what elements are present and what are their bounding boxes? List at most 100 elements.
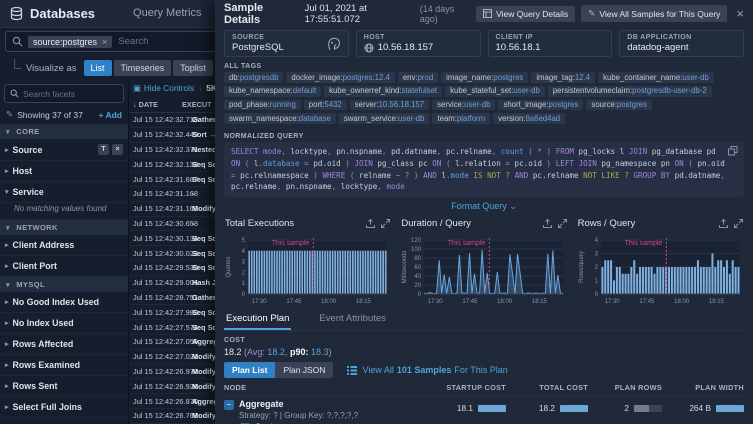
expand-icon[interactable] (381, 219, 390, 228)
chart-title: Total Executions (225, 218, 294, 229)
facet-item-client-port[interactable]: ▸Client Port (0, 256, 128, 277)
facet-search-input[interactable] (23, 89, 118, 99)
tag-docker_image[interactable]: docker_image:postgres:12.4 (286, 72, 394, 83)
svg-text:17:30: 17:30 (252, 299, 268, 305)
facet-toggle-t[interactable]: T (98, 144, 109, 155)
copy-icon[interactable] (728, 146, 738, 156)
tab-event-attributes[interactable]: Event Attributes (317, 309, 388, 330)
view-query-details-button[interactable]: View Query Details (476, 6, 575, 22)
tag-port[interactable]: port:5432 (304, 100, 347, 111)
view-all-samples-link[interactable]: View All101 SamplesFor This Plan (347, 365, 507, 375)
tag-persistentvolumeclaim[interactable]: persistentvolumeclaim:postgresdb-user-db… (548, 86, 712, 97)
tag-team[interactable]: team:platform (432, 113, 490, 124)
format-query-link[interactable]: Format Query ⌄ (224, 197, 744, 214)
sample-row[interactable]: Jul 15 12:42:27.574Seq Sca (130, 320, 215, 335)
sample-row[interactable]: Jul 15 12:42:31.162Modify (130, 202, 215, 217)
facet-group-core[interactable]: ▾ CORE (0, 124, 128, 139)
tag-image_tag[interactable]: image_tag:12.4 (531, 72, 595, 83)
facet-item-no-good-index-used[interactable]: ▸No Good Index Used (0, 292, 128, 313)
tag-service[interactable]: service:user-db (432, 100, 495, 111)
tag-db[interactable]: db:postgresdb (224, 72, 283, 83)
sample-row[interactable]: Jul 15 12:42:27.021Modify (130, 350, 215, 365)
sample-row[interactable]: Jul 15 12:42:27.989Seq Sca (130, 305, 215, 320)
list-controls-row: ▣ Hide Controls | 5K s (130, 81, 215, 97)
sql-token: count (501, 147, 524, 156)
column-execution[interactable]: EXECUT (182, 100, 212, 109)
view-all-samples-button[interactable]: ✎ View All Samples for This Query (581, 5, 727, 22)
tag-env[interactable]: env:prod (398, 72, 438, 83)
tag-server[interactable]: server:10.56.18.157 (350, 100, 429, 111)
sample-row[interactable]: Jul 15 12:42:29.006Hash Jo (130, 276, 215, 291)
tag-source[interactable]: source:postgres (586, 100, 651, 111)
close-icon[interactable]: × (736, 6, 744, 21)
facet-item-label: Select Full Joins (13, 402, 82, 412)
sample-row[interactable]: Jul 15 12:42:29.539Seq Sca (130, 261, 215, 276)
visualize-option-timeseries[interactable]: Timeseries (114, 60, 172, 76)
metric-bar-fill (560, 405, 588, 412)
sample-row[interactable]: Jul 15 12:42:26.973Modify (130, 365, 215, 380)
remove-filter-icon[interactable]: × (102, 37, 107, 47)
expand-icon[interactable] (734, 219, 743, 228)
tag-image_name[interactable]: image_name:postgres (441, 72, 528, 83)
visualize-option-toplist[interactable]: Toplist (173, 60, 213, 76)
sql-token: ) (309, 171, 323, 180)
facet-item-rows-affected[interactable]: ▸Rows Affected (0, 334, 128, 355)
export-icon[interactable] (719, 219, 728, 228)
clear-facet-icon[interactable]: × (112, 144, 123, 155)
tag-value: postgresdb (240, 73, 279, 82)
hide-controls-link[interactable]: Hide Controls (144, 83, 194, 93)
sample-row[interactable]: Jul 15 12:42:26.926Modify (130, 379, 215, 394)
tag-swarm_namespace[interactable]: swarm_namespace:database (224, 113, 336, 124)
tag-short_image[interactable]: short_image:postgres (498, 100, 583, 111)
facet-item-service[interactable]: ▾Service (0, 182, 128, 203)
facet-item-no-index-used[interactable]: ▸No Index Used (0, 313, 128, 334)
column-date[interactable]: DATE (139, 100, 158, 109)
tag-pod_phase[interactable]: pod_phase:running (224, 100, 301, 111)
visualize-option-list[interactable]: List (84, 60, 112, 76)
sample-row[interactable]: Jul 15 12:42:30.023Seq Sca (130, 246, 215, 261)
facet-item-rows-examined[interactable]: ▸Rows Examined (0, 355, 128, 376)
sample-row[interactable]: Jul 15 12:42:32.133Seq Sca (130, 157, 215, 172)
facet-item-select-full-range-joins[interactable]: ▸Select Full Range Joins (0, 418, 128, 424)
facet-search-box[interactable] (4, 84, 124, 103)
add-facet-button[interactable]: + Add (98, 110, 122, 120)
tag-key: image_tag: (536, 73, 575, 82)
sample-row[interactable]: Jul 15 12:42:31.168- (130, 187, 215, 202)
sample-row[interactable]: Jul 15 12:42:26.763Modify (130, 409, 215, 424)
tag-swarm_service[interactable]: swarm_service:user-db (339, 113, 430, 124)
tag-version[interactable]: version:8a6ed4ad (493, 113, 565, 124)
tag-kube_container_name[interactable]: kube_container_name:user-db (598, 72, 714, 83)
sample-row[interactable]: Jul 15 12:42:32.718Gather (130, 113, 215, 128)
export-icon[interactable] (543, 219, 552, 228)
filter-chip-source-postgres[interactable]: source:postgres × (28, 36, 112, 48)
facet-item-host[interactable]: ▸Host (0, 161, 128, 182)
facet-group-network[interactable]: ▾ NETWORK (0, 220, 128, 235)
sample-operation: Sort → (192, 130, 215, 139)
plan-list-button[interactable]: Plan List (224, 362, 275, 378)
tab-query-metrics[interactable]: Query Metrics (133, 0, 201, 28)
tab-execution-plan[interactable]: Execution Plan (224, 309, 291, 330)
sample-row[interactable]: Jul 15 12:42:30.134Seq Sca (130, 231, 215, 246)
sample-row[interactable]: Jul 15 12:42:32.371Nested (130, 143, 215, 158)
tag-kube_namespace[interactable]: kube_namespace:default (224, 86, 321, 97)
svg-text:18:15: 18:15 (709, 299, 725, 305)
export-icon[interactable] (366, 219, 375, 228)
sample-row[interactable]: Jul 15 12:42:30.658- (130, 217, 215, 232)
sample-row[interactable]: Jul 15 12:42:31.687Seq Sca (130, 172, 215, 187)
collapse-node-icon[interactable]: − (224, 400, 234, 410)
metric-bar-fill (716, 405, 744, 412)
facet-group-mysql[interactable]: ▾ MYSQL (0, 277, 128, 292)
facet-item-select-full-joins[interactable]: ▸Select Full Joins (0, 397, 128, 418)
sample-row[interactable]: Jul 15 12:42:32.449Sort → (130, 128, 215, 143)
tag-kube_ownerref_kind[interactable]: kube_ownerref_kind:statefulset (324, 86, 442, 97)
facet-item-client-address[interactable]: ▸Client Address (0, 235, 128, 256)
tag-value: statefulset (402, 86, 438, 95)
facet-item-rows-sent[interactable]: ▸Rows Sent (0, 376, 128, 397)
plan-json-button[interactable]: Plan JSON (275, 362, 333, 378)
sample-row[interactable]: Jul 15 12:42:27.059Aggreg (130, 335, 215, 350)
sample-row[interactable]: Jul 15 12:42:28.751Gather (130, 291, 215, 306)
expand-icon[interactable] (558, 219, 567, 228)
tag-kube_stateful_set[interactable]: kube_stateful_set:user-db (445, 86, 545, 97)
sample-row[interactable]: Jul 15 12:42:26.870Aggreg (130, 394, 215, 409)
facet-item-source[interactable]: ▸SourceT× (0, 139, 128, 161)
